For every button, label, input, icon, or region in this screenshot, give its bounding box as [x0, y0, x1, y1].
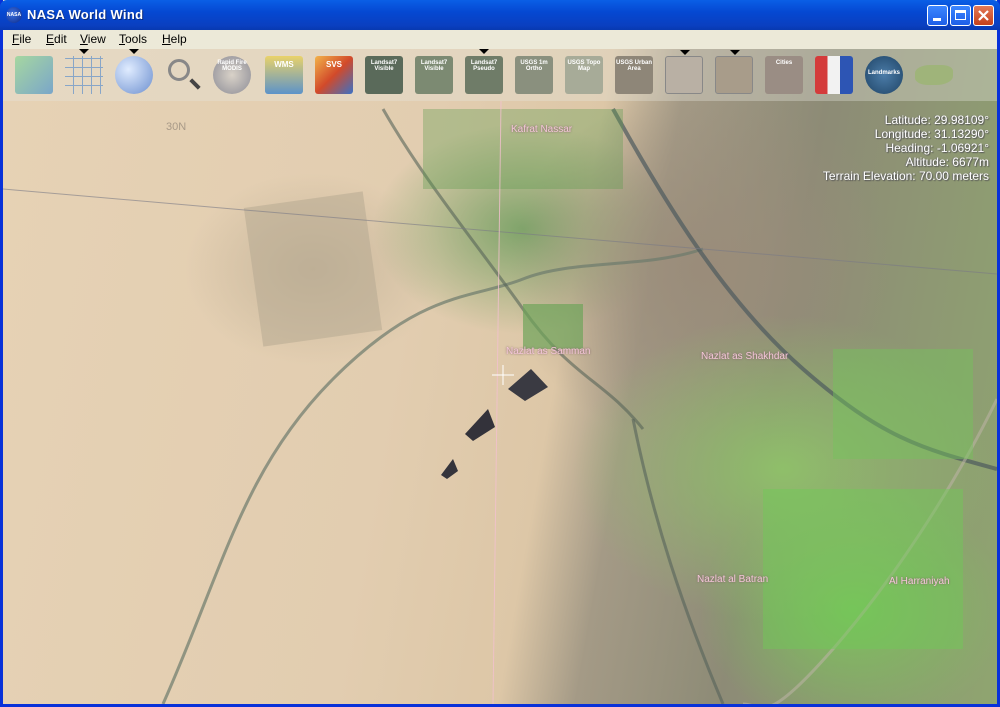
place-label[interactable]: Al Harraniyah — [889, 576, 950, 587]
close-icon — [978, 10, 989, 21]
menu-bar: File Edit View Tools Help — [3, 30, 997, 49]
minimize-button[interactable] — [927, 5, 948, 26]
menu-edit[interactable]: Edit — [46, 32, 67, 46]
usa-map-icon[interactable] — [915, 56, 953, 94]
landsat7-pseudo-icon[interactable]: Landsat7 Pseudo — [465, 49, 503, 94]
dropdown-arrow-icon — [680, 50, 690, 55]
close-button[interactable] — [973, 5, 994, 26]
window-title: NASA World Wind — [27, 7, 144, 22]
menu-view[interactable]: View — [80, 32, 106, 46]
usgs-ortho-icon[interactable]: USGS 1m Ortho — [515, 56, 553, 94]
altitude-readout: Altitude: 6677m — [905, 155, 989, 169]
layers-icon[interactable] — [15, 56, 53, 94]
landsat7-visible-icon[interactable]: Landsat7 Visible — [365, 56, 403, 94]
dropdown-arrow-icon — [730, 50, 740, 55]
place-label[interactable]: Nazlat al Batran — [697, 574, 768, 585]
title-bar[interactable]: NASA NASA World Wind — [0, 0, 1000, 30]
position-readout: Latitude: 29.98109° Longitude: 31.13290°… — [823, 113, 989, 183]
dropdown-arrow-icon — [479, 49, 489, 54]
terrain-elevation-readout: Terrain Elevation: 70.00 meters — [822, 169, 989, 183]
latlon-grid-icon[interactable] — [65, 49, 103, 94]
usgs-urban-icon[interactable]: USGS Urban Area — [615, 56, 653, 94]
globe-viewport[interactable]: 30N Kafrat Nassar Nazlat as Samman Nazla… — [3, 49, 997, 704]
usgs-topo-icon[interactable]: USGS Topo Map — [565, 56, 603, 94]
flags-icon[interactable] — [815, 56, 853, 94]
landsat7-visible-wms-icon[interactable]: Landsat7 Visible — [415, 56, 453, 94]
boundaries-icon[interactable] — [665, 50, 703, 94]
place-label[interactable]: Nazlat as Shakhdar — [701, 351, 788, 362]
svs-icon[interactable]: SVS — [315, 56, 353, 94]
maximize-button[interactable] — [950, 5, 971, 26]
minimize-icon — [933, 18, 941, 21]
app-window: NASA NASA World Wind File Edit View Tool… — [0, 0, 1000, 707]
maximize-icon — [955, 10, 966, 20]
latitude-readout: Latitude: 29.98109° — [884, 113, 989, 127]
nasa-logo-icon: NASA — [6, 7, 22, 23]
cities-icon[interactable]: Cities — [765, 56, 803, 94]
place-label[interactable]: Kafrat Nassar — [511, 124, 572, 135]
globe-icon[interactable] — [115, 49, 153, 94]
dropdown-arrow-icon — [129, 49, 139, 54]
layer-toolbar: Rapid Fire MODIS WMS SVS Landsat7 Visibl… — [3, 49, 997, 101]
placenames-icon[interactable] — [715, 50, 753, 94]
menu-file[interactable]: File — [12, 32, 31, 46]
longitude-readout: Longitude: 31.13290° — [874, 127, 989, 141]
menu-tools[interactable]: Tools — [119, 32, 147, 46]
place-label[interactable]: Nazlat as Samman — [506, 346, 590, 357]
heading-readout: Heading: -1.06921° — [885, 141, 989, 155]
dropdown-arrow-icon — [79, 49, 89, 54]
grid-label: 30N — [166, 121, 187, 133]
modis-icon[interactable]: Rapid Fire MODIS — [213, 56, 251, 94]
landmarks-icon[interactable]: Landmarks — [865, 56, 903, 94]
wms-icon[interactable]: WMS — [265, 56, 303, 94]
menu-help[interactable]: Help — [162, 32, 187, 46]
magnifier-icon[interactable] — [165, 56, 203, 94]
